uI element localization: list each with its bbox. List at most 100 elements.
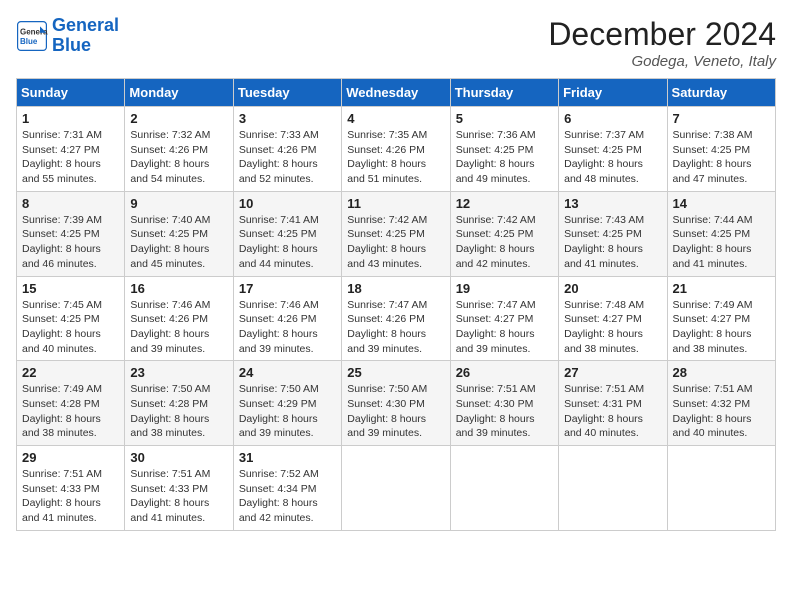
day-number: 25: [347, 365, 444, 380]
weekday-header-wednesday: Wednesday: [342, 79, 450, 107]
day-number: 16: [130, 281, 227, 296]
day-info: Sunrise: 7:50 AM Sunset: 4:29 PM Dayligh…: [239, 382, 336, 441]
day-cell-13: 13 Sunrise: 7:43 AM Sunset: 4:25 PM Dayl…: [559, 191, 667, 276]
svg-text:Blue: Blue: [20, 37, 38, 46]
day-cell-4: 4 Sunrise: 7:35 AM Sunset: 4:26 PM Dayli…: [342, 107, 450, 192]
day-number: 21: [673, 281, 770, 296]
day-info: Sunrise: 7:41 AM Sunset: 4:25 PM Dayligh…: [239, 213, 336, 272]
day-number: 22: [22, 365, 119, 380]
day-info: Sunrise: 7:47 AM Sunset: 4:27 PM Dayligh…: [456, 298, 553, 357]
day-cell-14: 14 Sunrise: 7:44 AM Sunset: 4:25 PM Dayl…: [667, 191, 775, 276]
day-number: 12: [456, 196, 553, 211]
day-number: 5: [456, 111, 553, 126]
day-info: Sunrise: 7:40 AM Sunset: 4:25 PM Dayligh…: [130, 213, 227, 272]
day-number: 14: [673, 196, 770, 211]
day-number: 24: [239, 365, 336, 380]
day-cell-23: 23 Sunrise: 7:50 AM Sunset: 4:28 PM Dayl…: [125, 361, 233, 446]
day-info: Sunrise: 7:51 AM Sunset: 4:30 PM Dayligh…: [456, 382, 553, 441]
month-title: December 2024: [548, 16, 776, 53]
day-number: 7: [673, 111, 770, 126]
day-cell-15: 15 Sunrise: 7:45 AM Sunset: 4:25 PM Dayl…: [17, 276, 125, 361]
day-number: 20: [564, 281, 661, 296]
week-row-4: 22 Sunrise: 7:49 AM Sunset: 4:28 PM Dayl…: [17, 361, 776, 446]
logo-icon: General Blue: [16, 20, 48, 52]
day-number: 18: [347, 281, 444, 296]
day-number: 11: [347, 196, 444, 211]
day-info: Sunrise: 7:46 AM Sunset: 4:26 PM Dayligh…: [239, 298, 336, 357]
empty-cell: [559, 446, 667, 531]
day-info: Sunrise: 7:33 AM Sunset: 4:26 PM Dayligh…: [239, 128, 336, 187]
day-cell-5: 5 Sunrise: 7:36 AM Sunset: 4:25 PM Dayli…: [450, 107, 558, 192]
day-number: 30: [130, 450, 227, 465]
day-cell-28: 28 Sunrise: 7:51 AM Sunset: 4:32 PM Dayl…: [667, 361, 775, 446]
day-number: 23: [130, 365, 227, 380]
day-cell-3: 3 Sunrise: 7:33 AM Sunset: 4:26 PM Dayli…: [233, 107, 341, 192]
title-block: December 2024 Godega, Veneto, Italy: [548, 16, 776, 70]
day-info: Sunrise: 7:44 AM Sunset: 4:25 PM Dayligh…: [673, 213, 770, 272]
weekday-header-monday: Monday: [125, 79, 233, 107]
day-info: Sunrise: 7:51 AM Sunset: 4:33 PM Dayligh…: [130, 467, 227, 526]
day-cell-17: 17 Sunrise: 7:46 AM Sunset: 4:26 PM Dayl…: [233, 276, 341, 361]
day-number: 27: [564, 365, 661, 380]
day-number: 2: [130, 111, 227, 126]
day-cell-11: 11 Sunrise: 7:42 AM Sunset: 4:25 PM Dayl…: [342, 191, 450, 276]
day-number: 13: [564, 196, 661, 211]
day-cell-9: 9 Sunrise: 7:40 AM Sunset: 4:25 PM Dayli…: [125, 191, 233, 276]
day-number: 26: [456, 365, 553, 380]
day-info: Sunrise: 7:46 AM Sunset: 4:26 PM Dayligh…: [130, 298, 227, 357]
weekday-header-saturday: Saturday: [667, 79, 775, 107]
day-cell-1: 1 Sunrise: 7:31 AM Sunset: 4:27 PM Dayli…: [17, 107, 125, 192]
weekday-header-thursday: Thursday: [450, 79, 558, 107]
day-info: Sunrise: 7:50 AM Sunset: 4:28 PM Dayligh…: [130, 382, 227, 441]
day-number: 4: [347, 111, 444, 126]
day-info: Sunrise: 7:45 AM Sunset: 4:25 PM Dayligh…: [22, 298, 119, 357]
weekday-header-tuesday: Tuesday: [233, 79, 341, 107]
day-info: Sunrise: 7:32 AM Sunset: 4:26 PM Dayligh…: [130, 128, 227, 187]
day-number: 28: [673, 365, 770, 380]
day-cell-25: 25 Sunrise: 7:50 AM Sunset: 4:30 PM Dayl…: [342, 361, 450, 446]
day-info: Sunrise: 7:43 AM Sunset: 4:25 PM Dayligh…: [564, 213, 661, 272]
week-row-1: 1 Sunrise: 7:31 AM Sunset: 4:27 PM Dayli…: [17, 107, 776, 192]
logo-text: GeneralBlue: [52, 16, 119, 56]
day-info: Sunrise: 7:50 AM Sunset: 4:30 PM Dayligh…: [347, 382, 444, 441]
day-info: Sunrise: 7:49 AM Sunset: 4:28 PM Dayligh…: [22, 382, 119, 441]
logo: General Blue GeneralBlue: [16, 16, 119, 56]
day-cell-6: 6 Sunrise: 7:37 AM Sunset: 4:25 PM Dayli…: [559, 107, 667, 192]
week-row-3: 15 Sunrise: 7:45 AM Sunset: 4:25 PM Dayl…: [17, 276, 776, 361]
day-number: 19: [456, 281, 553, 296]
week-row-5: 29 Sunrise: 7:51 AM Sunset: 4:33 PM Dayl…: [17, 446, 776, 531]
day-number: 17: [239, 281, 336, 296]
empty-cell: [667, 446, 775, 531]
day-cell-24: 24 Sunrise: 7:50 AM Sunset: 4:29 PM Dayl…: [233, 361, 341, 446]
day-info: Sunrise: 7:36 AM Sunset: 4:25 PM Dayligh…: [456, 128, 553, 187]
day-cell-19: 19 Sunrise: 7:47 AM Sunset: 4:27 PM Dayl…: [450, 276, 558, 361]
day-cell-26: 26 Sunrise: 7:51 AM Sunset: 4:30 PM Dayl…: [450, 361, 558, 446]
day-info: Sunrise: 7:52 AM Sunset: 4:34 PM Dayligh…: [239, 467, 336, 526]
empty-cell: [450, 446, 558, 531]
day-number: 8: [22, 196, 119, 211]
day-info: Sunrise: 7:42 AM Sunset: 4:25 PM Dayligh…: [347, 213, 444, 272]
weekday-header-sunday: Sunday: [17, 79, 125, 107]
weekday-header-friday: Friday: [559, 79, 667, 107]
day-info: Sunrise: 7:51 AM Sunset: 4:33 PM Dayligh…: [22, 467, 119, 526]
day-info: Sunrise: 7:48 AM Sunset: 4:27 PM Dayligh…: [564, 298, 661, 357]
day-number: 15: [22, 281, 119, 296]
day-cell-30: 30 Sunrise: 7:51 AM Sunset: 4:33 PM Dayl…: [125, 446, 233, 531]
day-number: 6: [564, 111, 661, 126]
page-header: General Blue GeneralBlue December 2024 G…: [16, 16, 776, 70]
day-number: 3: [239, 111, 336, 126]
calendar-table: SundayMondayTuesdayWednesdayThursdayFrid…: [16, 78, 776, 531]
day-number: 10: [239, 196, 336, 211]
day-cell-16: 16 Sunrise: 7:46 AM Sunset: 4:26 PM Dayl…: [125, 276, 233, 361]
weekday-header-row: SundayMondayTuesdayWednesdayThursdayFrid…: [17, 79, 776, 107]
day-info: Sunrise: 7:31 AM Sunset: 4:27 PM Dayligh…: [22, 128, 119, 187]
day-info: Sunrise: 7:49 AM Sunset: 4:27 PM Dayligh…: [673, 298, 770, 357]
day-info: Sunrise: 7:35 AM Sunset: 4:26 PM Dayligh…: [347, 128, 444, 187]
day-number: 29: [22, 450, 119, 465]
day-cell-22: 22 Sunrise: 7:49 AM Sunset: 4:28 PM Dayl…: [17, 361, 125, 446]
empty-cell: [342, 446, 450, 531]
day-info: Sunrise: 7:37 AM Sunset: 4:25 PM Dayligh…: [564, 128, 661, 187]
day-cell-20: 20 Sunrise: 7:48 AM Sunset: 4:27 PM Dayl…: [559, 276, 667, 361]
location: Godega, Veneto, Italy: [548, 53, 776, 70]
day-cell-10: 10 Sunrise: 7:41 AM Sunset: 4:25 PM Dayl…: [233, 191, 341, 276]
